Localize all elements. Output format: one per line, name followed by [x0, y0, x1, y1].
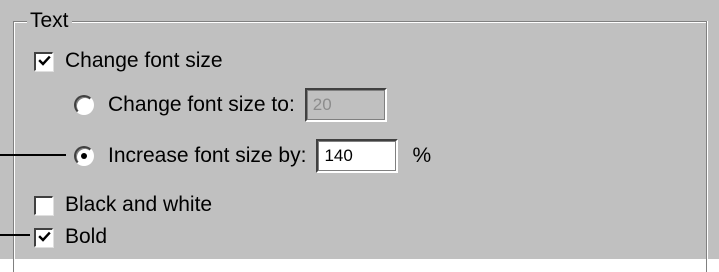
change-font-size-to-option[interactable]: Change font size to: 20 [74, 88, 387, 122]
black-and-white-checkbox[interactable] [34, 195, 53, 215]
bold-option[interactable]: Bold [34, 222, 107, 252]
increase-font-size-by-field[interactable]: 140 [316, 139, 399, 173]
settings-panel: Text Change font size Change font size t… [0, 0, 719, 272]
black-and-white-label: Black and white [65, 193, 213, 216]
black-and-white-option[interactable]: Black and white [34, 190, 212, 220]
callout-line-bold [0, 234, 30, 236]
change-font-size-to-field: 20 [304, 88, 387, 122]
checkmark-icon [37, 231, 51, 242]
checkmark-icon [37, 55, 51, 66]
percent-unit-label: % [412, 144, 432, 167]
change-font-size-to-label: Change font size to: [108, 93, 295, 116]
text-group-title: Text [27, 8, 72, 34]
radio-selected-dot [81, 153, 87, 159]
bold-checkbox[interactable] [34, 227, 53, 247]
callout-line-increase [0, 154, 66, 156]
bold-label: Bold [65, 225, 108, 248]
change-font-size-checkbox[interactable] [34, 51, 53, 71]
change-font-size-to-radio[interactable] [74, 95, 94, 115]
change-font-size-label: Change font size [65, 49, 223, 72]
increase-font-size-by-option[interactable]: Increase font size by: 140 % [74, 139, 432, 173]
increase-font-size-by-radio[interactable] [74, 146, 94, 166]
increase-font-size-by-label: Increase font size by: [108, 144, 307, 167]
change-font-size-option[interactable]: Change font size [34, 46, 223, 76]
